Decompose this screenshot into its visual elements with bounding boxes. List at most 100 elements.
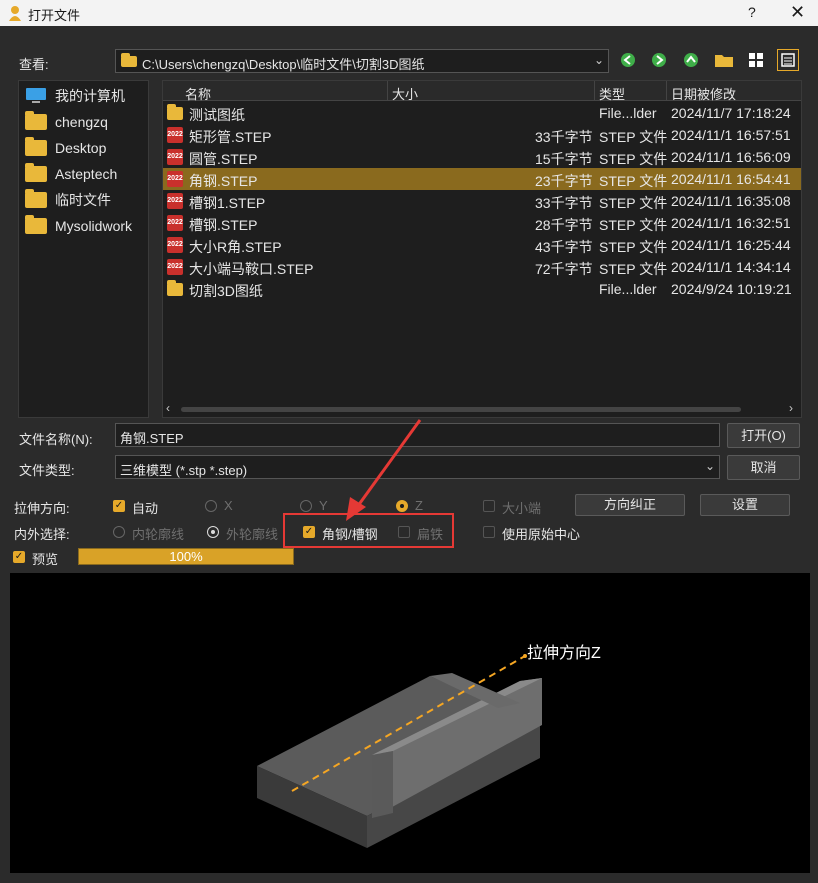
place-chengzq[interactable]: chengzq (25, 110, 108, 134)
place-desktop[interactable]: Desktop (25, 136, 106, 160)
file-row[interactable]: 2022 大小端马鞍口.STEP 72千字节 STEP 文件 2024/11/1 14:… (163, 256, 801, 278)
file-size: 43千字节 (535, 239, 593, 255)
lookin-combo[interactable]: C:\Users\chengzq\Desktop\临时文件\切割3D图纸 ⌄ (115, 49, 609, 73)
radio-inner-label: 内轮廓线 (132, 527, 185, 542)
open-button[interactable]: 打开(O) (727, 423, 800, 448)
preview-label: 预览 (32, 552, 59, 567)
radio-y-label: Y (319, 498, 328, 513)
use-origin-label: 使用原始中心 (502, 527, 581, 542)
place-temp-files[interactable]: 临时文件 (25, 188, 111, 212)
settings-button[interactable]: 设置 (700, 494, 790, 516)
folder-icon (121, 53, 137, 67)
file-date: 2024/11/7 17:18:24 (671, 105, 791, 121)
preview-checkbox[interactable]: ✓ (13, 551, 25, 563)
file-name: 矩形管.STEP (189, 129, 272, 145)
filename-value: 角钢.STEP (120, 431, 184, 446)
forward-button[interactable] (648, 49, 670, 71)
file-size: 33千字节 (535, 129, 593, 145)
file-type: STEP 文件 (599, 195, 668, 211)
radio-y[interactable] (300, 500, 312, 512)
progress-text: 100% (169, 549, 203, 564)
place-mysolidwork[interactable]: Mysolidwork (25, 214, 132, 238)
column-header-name[interactable]: 名称 (163, 81, 388, 102)
radio-x[interactable] (205, 500, 217, 512)
filetype-label: 文件类型: (19, 463, 75, 478)
file-row[interactable]: 2022 圆管.STEP 15千字节 STEP 文件 2024/11/1 16:56:0… (163, 146, 801, 168)
horizontal-scrollbar[interactable]: ‹ › (163, 401, 801, 417)
detail-view-button[interactable] (777, 49, 799, 71)
file-name: 大小R角.STEP (189, 239, 282, 255)
file-row[interactable]: 2022 角钢.STEP 23千字节 STEP 文件 2024/11/1 16:54:4… (163, 168, 801, 190)
new-folder-icon (715, 55, 733, 67)
folder-icon (25, 163, 47, 182)
back-button[interactable] (617, 49, 639, 71)
filename-label: 文件名称(N): (19, 432, 93, 447)
grid-view-icon (749, 53, 763, 67)
arrow-up-icon (684, 53, 698, 67)
place-label: chengzq (55, 114, 108, 130)
file-name: 角钢.STEP (189, 173, 258, 189)
step-file-icon: 2022 (167, 171, 183, 187)
up-button[interactable] (680, 49, 702, 71)
place-my-computer[interactable]: 我的计算机 (25, 84, 125, 108)
file-row[interactable]: 测试图纸 File...lder 2024/11/7 17:18:24 (163, 102, 801, 124)
scroll-left-icon[interactable]: ‹ (166, 401, 170, 415)
auto-checkbox[interactable]: ✓ (113, 500, 125, 512)
annotation-arrow-icon (346, 419, 422, 521)
step-file-icon: 2022 (167, 237, 183, 253)
use-origin-checkbox[interactable] (483, 526, 495, 538)
file-date: 2024/11/1 14:34:14 (671, 259, 791, 275)
file-type: File...lder (599, 281, 657, 297)
file-name: 圆管.STEP (189, 151, 258, 167)
file-date: 2024/11/1 16:57:51 (671, 127, 791, 143)
new-folder-button[interactable] (713, 49, 735, 71)
file-row[interactable]: 2022 槽钢1.STEP 33千字节 STEP 文件 2024/11/1 16:35:… (163, 190, 801, 212)
help-button[interactable]: ? (748, 4, 756, 20)
close-button[interactable]: ✕ (790, 2, 805, 23)
file-name: 切割3D图纸 (189, 283, 263, 299)
lookin-label: 查看: (19, 57, 49, 72)
step-file-icon: 2022 (167, 149, 183, 165)
file-date: 2024/11/1 16:35:08 (671, 193, 791, 209)
file-row[interactable]: 2022 矩形管.STEP 33千字节 STEP 文件 2024/11/1 16:57:… (163, 124, 801, 146)
progress-bar: 100% (78, 548, 294, 565)
folder-icon (25, 215, 47, 234)
file-size: 72千字节 (535, 261, 593, 277)
file-size: 23千字节 (535, 173, 593, 189)
file-date: 2024/11/1 16:32:51 (671, 215, 791, 231)
file-size: 28千字节 (535, 217, 593, 233)
file-size: 33千字节 (535, 195, 593, 211)
preview-canvas[interactable]: 拉伸方向Z (10, 573, 810, 873)
folder-icon (167, 104, 183, 120)
file-row[interactable]: 切割3D图纸 File...lder 2024/9/24 10:19:21 (163, 278, 801, 300)
scroll-thumb[interactable] (181, 407, 741, 412)
column-header-date[interactable]: 日期被修改 (667, 81, 801, 102)
radio-x-label: X (224, 498, 233, 513)
big-small-checkbox[interactable] (483, 500, 495, 512)
column-header-size[interactable]: 大小 (388, 81, 595, 102)
file-name: 槽钢.STEP (189, 217, 258, 233)
auto-label: 自动 (132, 501, 159, 516)
file-type: STEP 文件 (599, 239, 668, 255)
column-header-type[interactable]: 类型 (595, 81, 667, 102)
radio-outer[interactable] (207, 526, 219, 538)
place-label: 临时文件 (55, 192, 111, 208)
detail-view-icon (781, 53, 795, 67)
file-size: 15千字节 (535, 151, 593, 167)
place-asteptech[interactable]: Asteptech (25, 162, 117, 186)
scroll-right-icon[interactable]: › (789, 401, 793, 415)
correct-direction-button[interactable]: 方向纠正 (575, 494, 685, 516)
file-row[interactable]: 2022 大小R角.STEP 43千字节 STEP 文件 2024/11/1 16:25… (163, 234, 801, 256)
step-file-icon: 2022 (167, 193, 183, 209)
file-row[interactable]: 2022 槽钢.STEP 28千字节 STEP 文件 2024/11/1 16:32:5… (163, 212, 801, 234)
cancel-button[interactable]: 取消 (727, 455, 800, 480)
radio-inner[interactable] (113, 526, 125, 538)
place-label: 我的计算机 (55, 88, 125, 104)
computer-icon (26, 88, 46, 103)
app-icon (8, 5, 22, 21)
list-view-button[interactable] (745, 49, 767, 71)
file-name: 大小端马鞍口.STEP (189, 261, 314, 277)
file-date: 2024/11/1 16:25:44 (671, 237, 791, 253)
filetype-value: 三维模型 (*.stp *.step) (120, 463, 248, 478)
step-file-icon: 2022 (167, 259, 183, 275)
